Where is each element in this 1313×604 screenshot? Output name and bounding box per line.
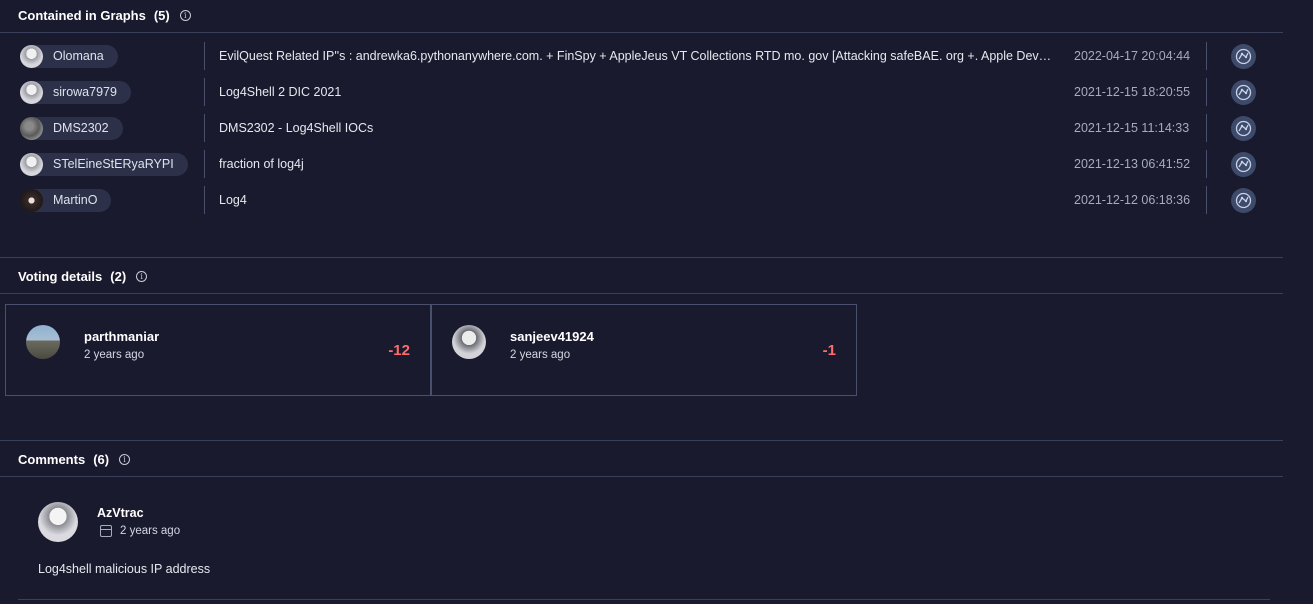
voting-section-title: Voting details (2) i [18, 269, 148, 284]
column-separator [1206, 114, 1207, 142]
user-name: STelEineStERyaRYPI [53, 157, 174, 171]
avatar[interactable] [452, 325, 486, 359]
divider [18, 599, 1270, 600]
comment-time-text: 2 years ago [120, 525, 181, 537]
graph-title[interactable]: Log4Shell 2 DIC 2021 [219, 85, 1054, 99]
graph-title[interactable]: fraction of log4j [219, 157, 1054, 171]
info-icon[interactable]: i [179, 10, 191, 21]
graph-date: 2021-12-12 06:18:36 [1074, 193, 1191, 207]
user-name: DMS2302 [53, 121, 109, 135]
graph-title[interactable]: Log4 [219, 193, 1054, 207]
graphs-count: (5) [153, 8, 170, 23]
user-pill[interactable]: MartinO [20, 188, 112, 212]
avatar [20, 44, 43, 68]
divider [0, 440, 1283, 441]
column-separator [1206, 186, 1207, 214]
info-icon[interactable]: i [119, 454, 131, 465]
user-name: sirowa7979 [53, 85, 117, 99]
graph-date: 2021-12-15 18:20:55 [1074, 85, 1191, 99]
graph-glyph [1235, 48, 1252, 64]
comment-text: Log4shell malicious IP address [38, 562, 211, 576]
graph-title[interactable]: DMS2302 - Log4Shell IOCs [219, 121, 1054, 135]
graph-date: 2021-12-15 11:14:33 [1074, 121, 1190, 135]
avatar [20, 116, 43, 140]
user-name: MartinO [53, 193, 98, 207]
comments-title: Comments [18, 452, 86, 467]
graph-glyph [1235, 156, 1252, 172]
comment-user[interactable]: AzVtrac [97, 506, 144, 520]
avatar[interactable] [26, 325, 60, 359]
graph-icon[interactable] [1231, 115, 1256, 141]
column-separator [204, 150, 205, 178]
column-separator [1206, 150, 1207, 178]
comments-section-title: Comments (6) i [18, 452, 131, 467]
column-separator [1206, 78, 1207, 106]
graph-row[interactable]: sirowa7979 Log4Shell 2 DIC 2021 2021-12-15… [18, 74, 1268, 110]
vote-card: parthmaniar 2 years ago -12 [5, 304, 431, 396]
user-pill[interactable]: DMS2302 [20, 116, 123, 140]
graph-date: 2022-04-17 20:04:44 [1074, 49, 1191, 63]
graph-icon[interactable] [1231, 187, 1256, 213]
calendar-icon [100, 525, 112, 537]
graph-row[interactable]: Olomana EvilQuest Related IP''s : andrewk… [18, 38, 1268, 74]
divider [0, 293, 1283, 294]
graphs-section-title: Contained in Graphs (5) i [18, 8, 191, 23]
avatar [20, 188, 43, 212]
vote-time: 2 years ago [510, 349, 571, 361]
divider [0, 476, 1283, 477]
graph-title[interactable]: EvilQuest Related IP''s : andrewka6.pyth… [219, 49, 1054, 63]
column-separator [204, 42, 205, 70]
vote-score: -1 [822, 342, 836, 359]
column-separator [1206, 42, 1207, 70]
graph-glyph [1235, 120, 1252, 136]
vote-card: sanjeev41924 2 years ago -1 [431, 304, 857, 396]
divider [0, 257, 1283, 258]
comment-time: 2 years ago [100, 525, 180, 537]
vote-score: -12 [388, 342, 410, 359]
vote-time: 2 years ago [84, 349, 145, 361]
graphs-title: Contained in Graphs [18, 8, 146, 23]
vote-user[interactable]: parthmaniar [84, 329, 159, 344]
page: Contained in Graphs (5) i Olomana EvilQue… [0, 0, 1313, 604]
graph-icon[interactable] [1231, 43, 1256, 69]
graph-row[interactable]: DMS2302 DMS2302 - Log4Shell IOCs 2021-12-1… [18, 110, 1268, 146]
column-separator [204, 114, 205, 142]
graph-icon[interactable] [1231, 79, 1256, 105]
user-pill[interactable]: sirowa7979 [20, 80, 131, 104]
graph-glyph [1235, 84, 1252, 100]
column-separator [204, 78, 205, 106]
voting-count: (2) [110, 269, 127, 284]
graph-date: 2021-12-13 06:41:52 [1074, 157, 1191, 171]
user-name: Olomana [53, 49, 104, 63]
avatar[interactable] [38, 502, 78, 542]
user-pill[interactable]: Olomana [20, 44, 118, 68]
voting-title: Voting details [18, 269, 103, 284]
graph-icon[interactable] [1231, 151, 1256, 177]
graph-row[interactable]: STelEineStERyaRYPI fraction of log4j 2021-… [18, 146, 1268, 182]
avatar [20, 80, 43, 104]
comments-count: (6) [93, 452, 110, 467]
info-icon[interactable]: i [136, 271, 148, 282]
graph-row[interactable]: MartinO Log4 2021-12-12 06:18:36 [18, 182, 1268, 218]
column-separator [204, 186, 205, 214]
vote-user[interactable]: sanjeev41924 [510, 329, 594, 344]
divider [0, 32, 1283, 33]
avatar [20, 152, 43, 176]
user-pill[interactable]: STelEineStERyaRYPI [20, 152, 188, 176]
graph-glyph [1235, 192, 1252, 208]
